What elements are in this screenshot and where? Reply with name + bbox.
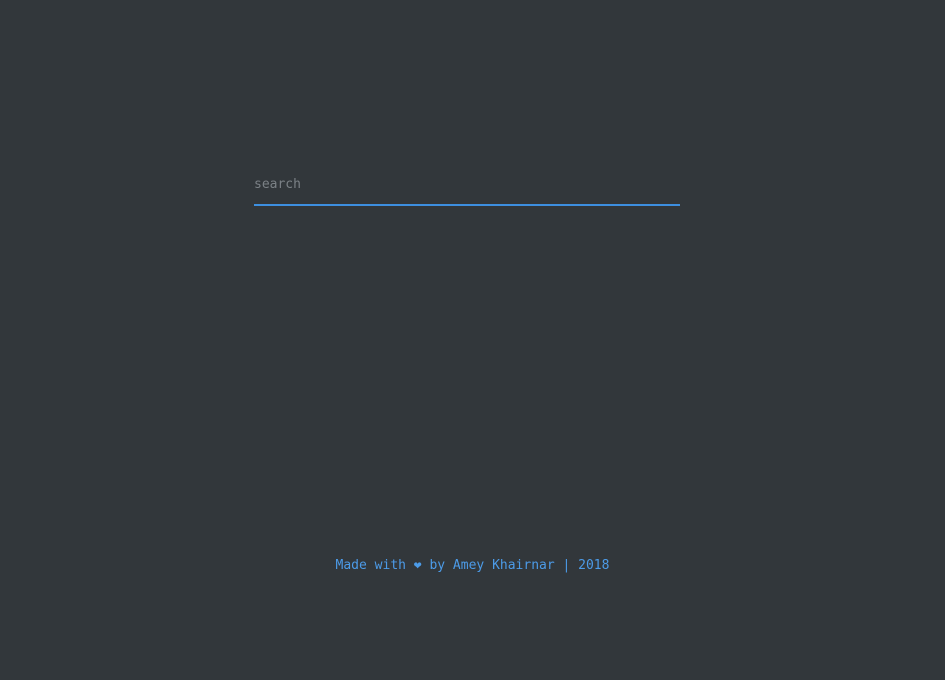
page: Made with ❤ by Amey Khairnar | 2018 [0, 0, 945, 680]
search-input[interactable] [254, 168, 680, 206]
search-container [254, 168, 680, 206]
footer-credit: Made with ❤ by Amey Khairnar | 2018 [335, 558, 610, 573]
